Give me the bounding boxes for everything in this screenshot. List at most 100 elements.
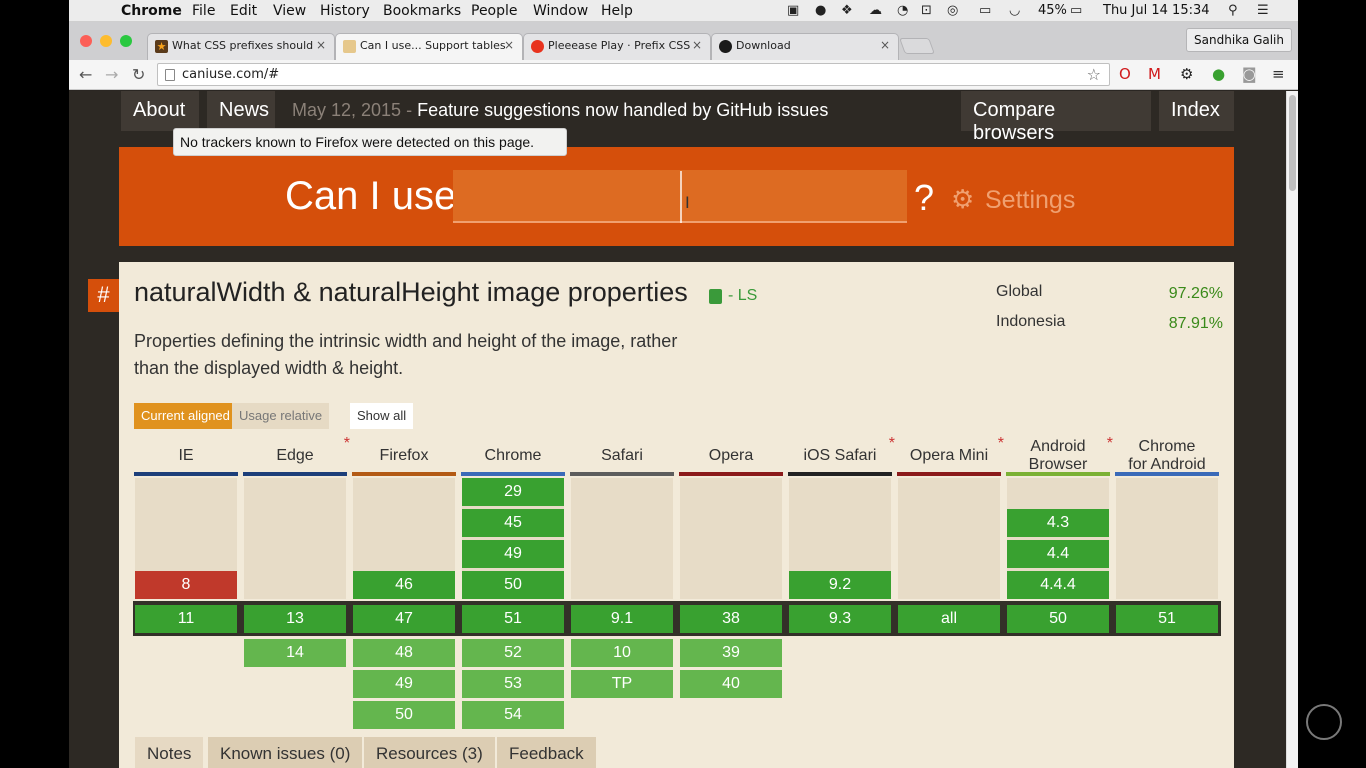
inbox-icon[interactable]: ⊡ xyxy=(921,3,932,18)
current-version-cell[interactable]: 51 xyxy=(462,605,564,633)
current-aligned-button[interactable]: Current aligned xyxy=(134,403,237,429)
future-version-cell[interactable]: 40 xyxy=(680,670,782,698)
clock[interactable]: Thu Jul 14 15:34 xyxy=(1103,3,1210,18)
show-all-button[interactable]: Show all xyxy=(350,403,414,429)
close-tab-icon[interactable]: × xyxy=(504,38,514,52)
dropbox-icon[interactable]: ❖ xyxy=(841,3,853,18)
new-tab-button[interactable] xyxy=(899,38,935,54)
future-version-cell[interactable]: 50 xyxy=(353,701,455,729)
tab-resources[interactable]: Resources (3) xyxy=(364,737,495,768)
cloud-icon[interactable]: ☁ xyxy=(869,3,882,18)
address-bar[interactable]: caniuse.com/# ☆ xyxy=(157,63,1110,86)
prefix-note-star-icon[interactable]: * xyxy=(1107,435,1113,453)
map-pin-icon[interactable]: ● xyxy=(1212,65,1225,83)
version-cell[interactable]: 50 xyxy=(462,571,564,599)
menu-view[interactable]: View xyxy=(273,3,306,19)
current-version-cell[interactable]: 13 xyxy=(244,605,346,633)
prefix-note-star-icon[interactable]: * xyxy=(998,435,1004,453)
future-version-cell[interactable]: 52 xyxy=(462,639,564,667)
future-version-cell[interactable]: 14 xyxy=(244,639,346,667)
future-version-cell[interactable]: 49 xyxy=(353,670,455,698)
tab-known-issues[interactable]: Known issues (0) xyxy=(208,737,363,768)
camera-icon[interactable]: ◙ xyxy=(1242,65,1257,83)
gear-icon[interactable]: ⚙ xyxy=(1180,65,1193,83)
nav-compare-browsers[interactable]: Compare browsers xyxy=(961,91,1151,144)
close-window-button[interactable] xyxy=(80,35,92,47)
reload-icon[interactable]: ↻ xyxy=(132,65,145,84)
spec-status[interactable]: - LS xyxy=(728,287,757,305)
prefix-note-star-icon[interactable]: * xyxy=(889,435,895,453)
version-cell[interactable]: 29 xyxy=(462,478,564,506)
current-version-cell[interactable]: 51 xyxy=(1116,605,1218,633)
video-camera-icon[interactable]: ▣ xyxy=(787,3,799,18)
opera-extension-icon[interactable]: O xyxy=(1119,65,1131,83)
battery-icon[interactable]: ▭ xyxy=(1070,3,1082,18)
tab-css-prefixes[interactable]: ★ What CSS prefixes should × xyxy=(147,33,335,60)
close-tab-icon[interactable]: × xyxy=(692,38,702,52)
feature-anchor-link[interactable]: # xyxy=(88,279,119,312)
menu-edit[interactable]: Edit xyxy=(230,3,257,19)
version-cell[interactable]: 8 xyxy=(135,571,237,599)
menu-file[interactable]: File xyxy=(192,3,215,19)
minimize-window-button[interactable] xyxy=(100,35,112,47)
timer-icon[interactable]: ◔ xyxy=(897,3,908,18)
spec-document-icon[interactable] xyxy=(709,289,722,304)
tab-pleeease-play[interactable]: Pleeease Play · Prefix CSS × xyxy=(523,33,711,60)
tab-notes[interactable]: Notes xyxy=(135,737,204,768)
page-scrollbar[interactable] xyxy=(1286,91,1298,768)
future-version-cell[interactable]: 48 xyxy=(353,639,455,667)
gmail-icon[interactable]: M xyxy=(1148,65,1161,83)
notification-center-icon[interactable]: ☰ xyxy=(1257,3,1269,18)
zoom-window-button[interactable] xyxy=(120,35,132,47)
future-version-cell[interactable]: 10 xyxy=(571,639,673,667)
creative-cloud-icon[interactable]: ◎ xyxy=(947,3,958,18)
future-version-cell[interactable]: 39 xyxy=(680,639,782,667)
menu-chrome[interactable]: Chrome xyxy=(121,3,182,19)
airplay-icon[interactable]: ▭ xyxy=(979,3,991,18)
version-cell[interactable]: 4.4 xyxy=(1007,540,1109,568)
chat-bubble-icon[interactable]: ● xyxy=(815,3,826,18)
current-version-cell[interactable]: 38 xyxy=(680,605,782,633)
nav-news[interactable]: News xyxy=(207,91,275,131)
version-cell[interactable]: 49 xyxy=(462,540,564,568)
nav-about[interactable]: About xyxy=(121,91,199,131)
nav-index[interactable]: Index xyxy=(1159,91,1234,131)
bookmark-star-icon[interactable]: ☆ xyxy=(1087,65,1101,84)
menu-history[interactable]: History xyxy=(320,3,370,19)
news-ticker[interactable]: May 12, 2015 - Feature suggestions now h… xyxy=(292,100,828,121)
future-version-cell[interactable]: 54 xyxy=(462,701,564,729)
settings-gear-icon[interactable]: ⚙ xyxy=(951,185,974,215)
back-arrow-icon[interactable]: ← xyxy=(79,65,92,84)
version-cell[interactable]: 4.3 xyxy=(1007,509,1109,537)
profile-button[interactable]: Sandhika Galih xyxy=(1186,28,1292,52)
usage-relative-button[interactable]: Usage relative xyxy=(232,403,330,429)
spotlight-search-icon[interactable]: ⚲ xyxy=(1228,3,1238,18)
chrome-menu-icon[interactable]: ≡ xyxy=(1272,65,1285,83)
settings-link[interactable]: Settings xyxy=(985,186,1075,215)
menu-help[interactable]: Help xyxy=(601,3,633,19)
close-tab-icon[interactable]: × xyxy=(880,38,890,52)
current-version-cell[interactable]: 50 xyxy=(1007,605,1109,633)
menu-bookmarks[interactable]: Bookmarks xyxy=(383,3,461,19)
current-version-cell[interactable]: 9.3 xyxy=(789,605,891,633)
current-version-cell[interactable]: 11 xyxy=(135,605,237,633)
menu-window[interactable]: Window xyxy=(533,3,588,19)
version-cell[interactable]: 46 xyxy=(353,571,455,599)
tab-feedback[interactable]: Feedback xyxy=(497,737,596,768)
wifi-icon[interactable]: ◡ xyxy=(1009,3,1020,18)
future-version-cell[interactable]: TP xyxy=(571,670,673,698)
forward-arrow-icon[interactable]: → xyxy=(105,65,118,84)
version-cell[interactable]: 45 xyxy=(462,509,564,537)
close-tab-icon[interactable]: × xyxy=(316,38,326,52)
scrollbar-thumb[interactable] xyxy=(1289,95,1296,191)
future-version-cell[interactable]: 53 xyxy=(462,670,564,698)
prefix-note-star-icon[interactable]: * xyxy=(344,435,350,453)
current-version-cell[interactable]: 47 xyxy=(353,605,455,633)
version-cell[interactable]: 9.2 xyxy=(789,571,891,599)
menu-people[interactable]: People xyxy=(471,3,518,19)
tab-download[interactable]: Download × xyxy=(711,33,899,60)
current-version-cell[interactable]: all xyxy=(898,605,1000,633)
tab-caniuse[interactable]: Can I use... Support tables × xyxy=(335,33,523,60)
current-version-cell[interactable]: 9.1 xyxy=(571,605,673,633)
version-cell[interactable]: 4.4.4 xyxy=(1007,571,1109,599)
